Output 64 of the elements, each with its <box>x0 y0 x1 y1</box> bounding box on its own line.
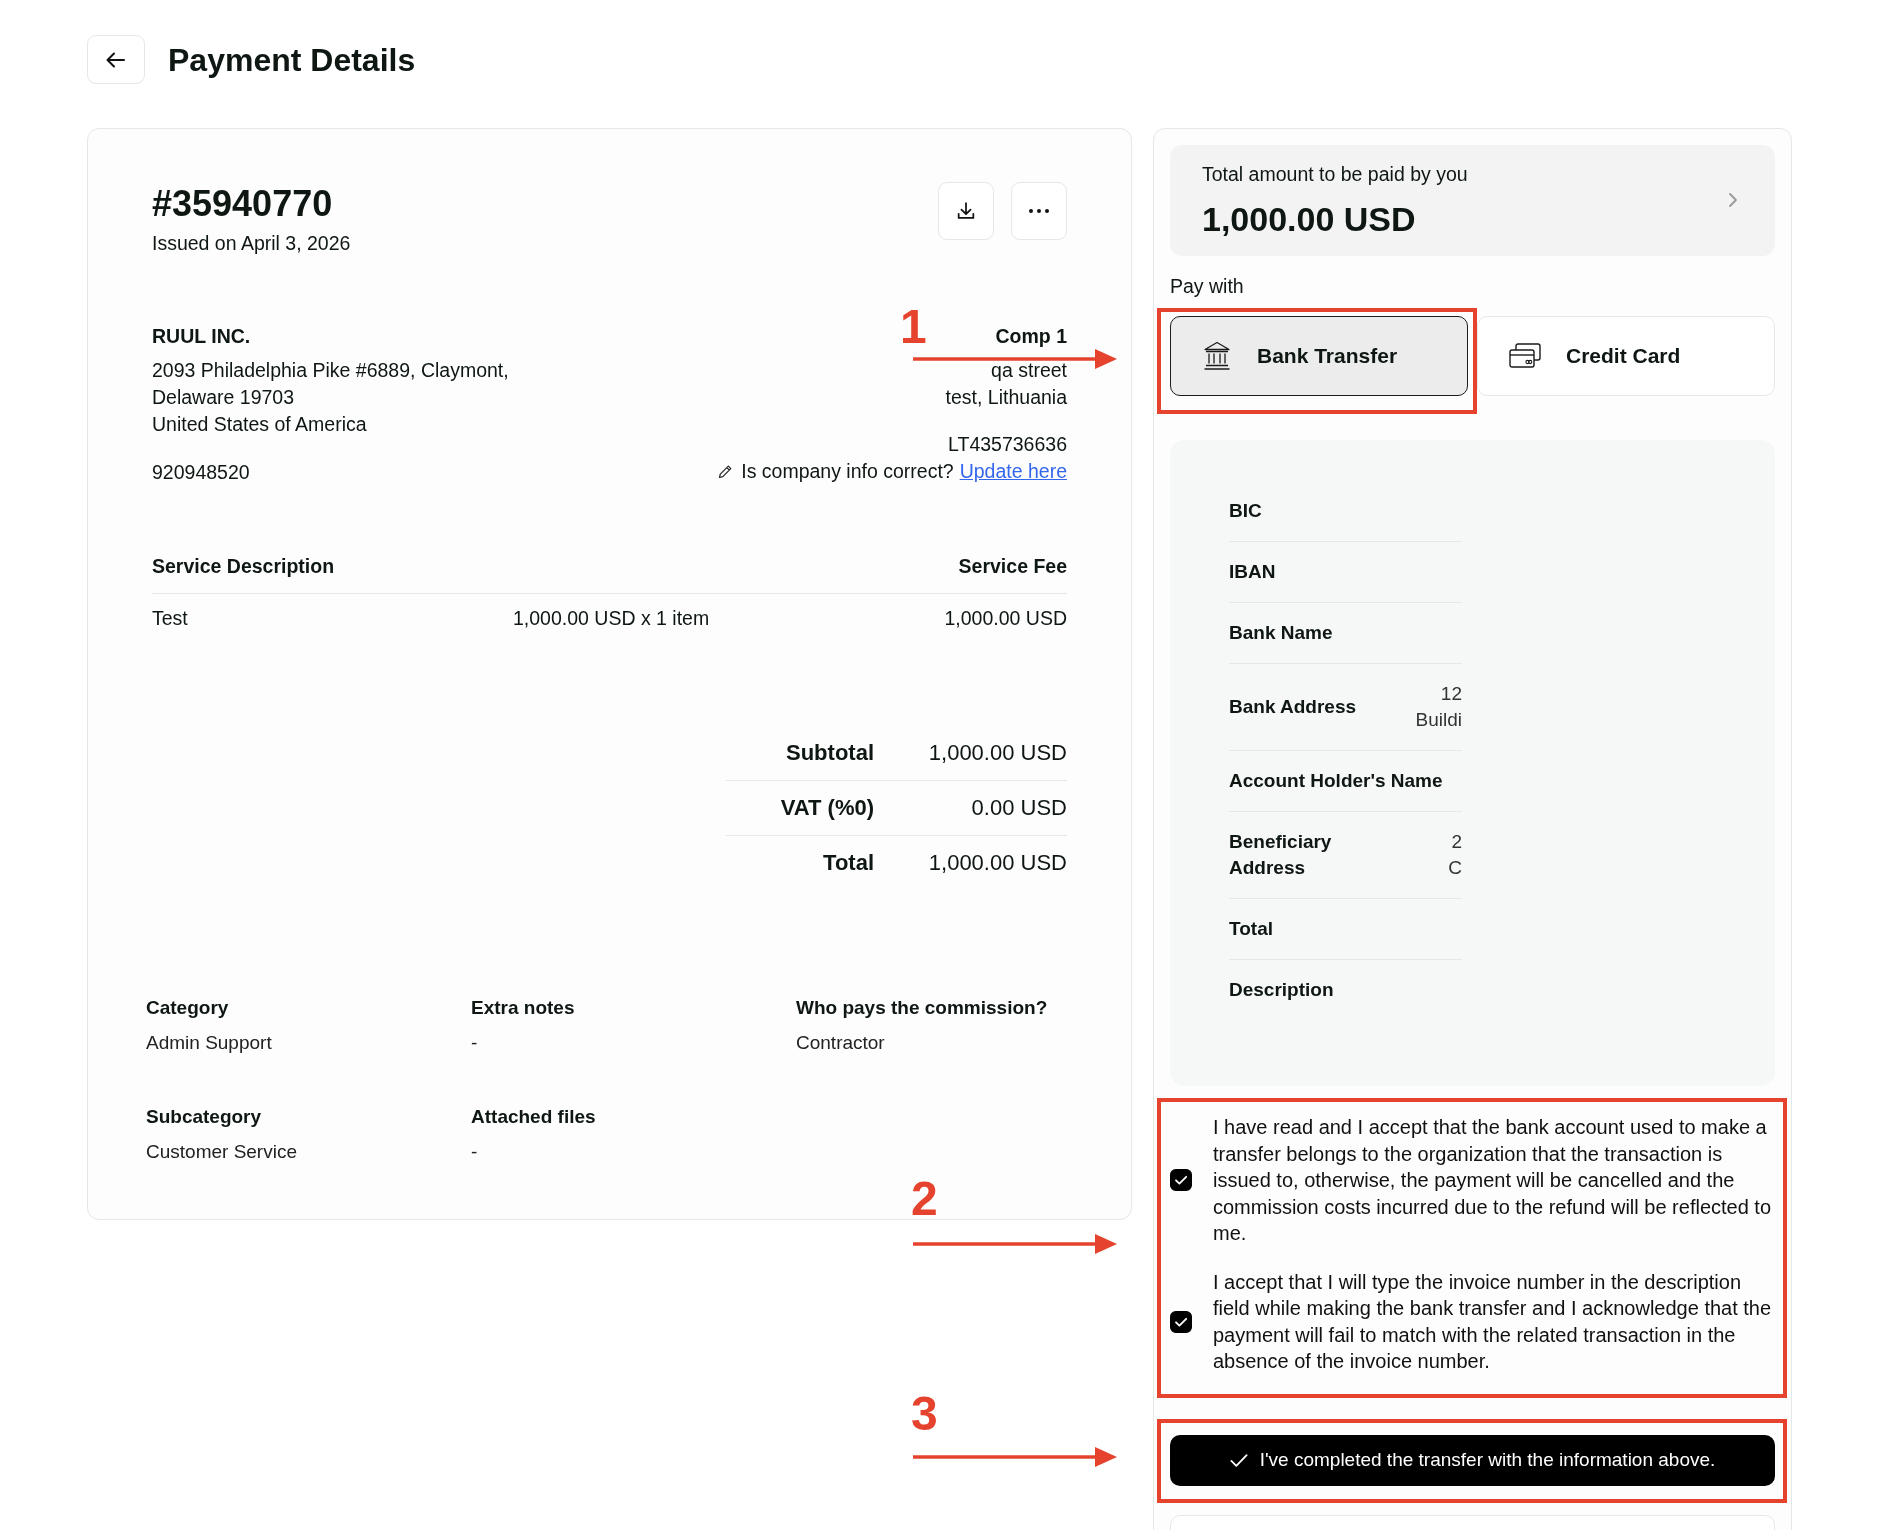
bank-field-label: IBAN <box>1229 560 1276 584</box>
pencil-icon <box>717 463 734 480</box>
download-button[interactable] <box>938 182 994 240</box>
bank-field-label: Description <box>1229 978 1334 1002</box>
company-name: Comp 1 <box>995 324 1067 349</box>
back-button[interactable] <box>87 35 145 84</box>
total-row-value: 0.00 USD <box>971 794 1067 822</box>
detail-value: Admin Support <box>146 1031 272 1055</box>
detail-label: Attached files <box>471 1105 596 1129</box>
checkbox[interactable] <box>1170 1310 1192 1333</box>
total-row-value: 1,000.00 USD <box>928 739 1067 767</box>
company-address: qa street test, Lithuania <box>945 358 1067 410</box>
download-icon <box>955 200 977 222</box>
detail-label: Who pays the commission? <box>796 996 1048 1020</box>
table-cell-text: 1,000.00 USD x 1 item <box>513 606 710 631</box>
chevron-right-icon[interactable] <box>1728 192 1738 208</box>
tax-id: 920948520 <box>152 460 250 485</box>
detail-label: Subcategory <box>146 1105 262 1129</box>
bank-field-value: 12 Buildi <box>1414 682 1462 732</box>
consent-text: I have read and I accept that the bank account used to make a transfer belongs to the organization that the transaction is issued to, otherwise, the payment will be cancelled and the commission costs incurred due to the refund will be reflected to me. <box>1213 1115 1773 1246</box>
credit-card-icon <box>1509 343 1541 369</box>
bank-field-value: 2 C <box>1447 830 1462 880</box>
detail-value: - <box>471 1140 478 1164</box>
consent-text: I accept that I will type the invoice number in the description field while making the bank transfer and I acknowledge that the payment will fail to match with the related transaction in the absence of the invoice number. <box>1213 1269 1773 1374</box>
detail-label: Extra notes <box>471 996 575 1020</box>
total-row-label: VAT (%0) <box>780 794 874 822</box>
payment-method-tab[interactable]: Credit Card <box>1477 316 1775 396</box>
company-address: 2093 Philadelphia Pike #6889, Claymont, Delaware 19703 United States of America <box>152 358 509 437</box>
annotation-number: 2 <box>911 1175 938 1223</box>
table-cell-text: Test <box>152 606 188 631</box>
bank-field-label: Bank Address <box>1229 695 1357 719</box>
bank-field-label: Bank Name <box>1229 621 1333 645</box>
payment-method-tab[interactable]: Bank Transfer <box>1170 316 1468 396</box>
detail-label: Category <box>146 996 229 1020</box>
company-name: RUUL INC. <box>152 324 251 349</box>
check-icon <box>1229 1452 1248 1468</box>
invoice-number: #35940770 <box>152 182 333 226</box>
column-header: Service Fee <box>958 554 1067 579</box>
table-cell-text: 1,000.00 USD <box>944 606 1067 631</box>
page-title: Payment Details <box>168 40 416 80</box>
bank-field-label: Total <box>1229 917 1273 941</box>
total-row-label: Total <box>823 849 874 877</box>
company-info-prompt: Is company info correct? <box>741 459 954 484</box>
issue-date: Issued on April 3, 2026 <box>152 231 351 256</box>
update-link[interactable]: Update here <box>959 458 1067 485</box>
total-amount-label: Total amount to be paid by you <box>1202 162 1468 187</box>
detail-value: Customer Service <box>146 1140 297 1164</box>
checkbox[interactable] <box>1170 1169 1192 1192</box>
bank-field-label: BIC <box>1229 499 1262 523</box>
detail-value: - <box>471 1031 478 1055</box>
more-icon <box>1029 209 1049 213</box>
bank-field-label: Beneficiary Address <box>1229 830 1333 880</box>
confirm-transfer-button[interactable]: I've completed the transfer with the information above. <box>1170 1434 1775 1486</box>
annotation-number: 1 <box>900 303 927 351</box>
total-amount: 1,000.00 USD <box>1202 199 1417 239</box>
tax-id: LT435736636 <box>948 432 1067 457</box>
total-row-value: 1,000.00 USD <box>928 849 1067 877</box>
bank-field-label: Account Holder's Name <box>1229 769 1443 793</box>
column-header: Service Description <box>152 554 335 579</box>
pay-with-label: Pay with <box>1170 274 1244 299</box>
total-row-label: Subtotal <box>786 739 874 767</box>
bank-icon <box>1202 341 1232 371</box>
detail-value: Contractor <box>796 1031 885 1055</box>
annotation-number: 3 <box>911 1390 938 1438</box>
